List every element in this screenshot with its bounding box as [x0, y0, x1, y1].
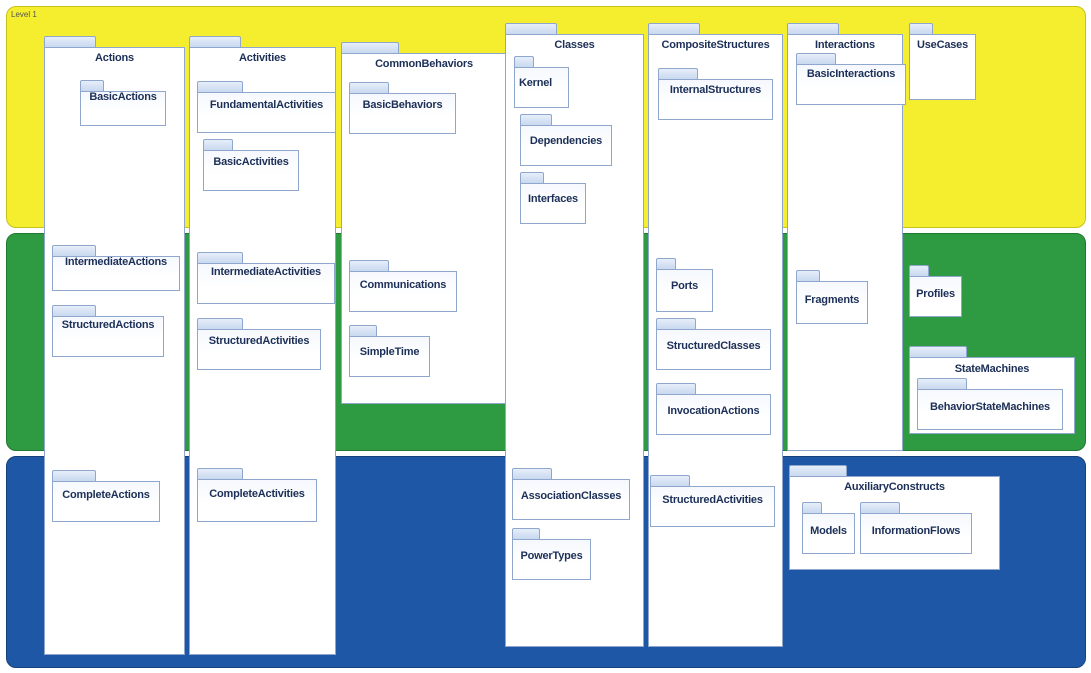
package-title: StructuredActions	[61, 319, 155, 331]
package-basic-activities[interactable]: BasicActivities	[203, 139, 299, 191]
package-title: Dependencies	[529, 135, 603, 147]
package-fragments[interactable]: Fragments	[796, 270, 868, 324]
package-dependencies[interactable]: Dependencies	[520, 114, 612, 166]
package-title: InformationFlows	[871, 525, 961, 537]
package-title: BasicBehaviors	[362, 99, 443, 111]
package-title: Communications	[359, 279, 447, 291]
package-title: Kernel	[519, 77, 553, 89]
package-title: BasicActivities	[213, 156, 289, 168]
package-title: CompositeStructures	[661, 39, 770, 51]
package-title: Fragments	[804, 294, 860, 306]
package-title: Classes	[554, 39, 595, 51]
package-complete-activities[interactable]: CompleteActivities	[197, 468, 317, 522]
level-label: Level 1	[11, 10, 37, 19]
package-title: StructuredActivities	[208, 335, 310, 347]
package-association-classes[interactable]: AssociationClasses	[512, 468, 630, 520]
package-internal-structures[interactable]: InternalStructures	[658, 68, 773, 120]
package-interfaces[interactable]: Interfaces	[520, 172, 586, 224]
package-title: BasicInteractions	[806, 68, 896, 80]
package-title: UseCases	[917, 39, 968, 51]
package-title: BehaviorStateMachines	[930, 401, 1050, 413]
package-title: CommonBehaviors	[375, 58, 473, 70]
package-basic-actions[interactable]: BasicActions	[80, 80, 166, 126]
package-power-types[interactable]: PowerTypes	[512, 528, 591, 580]
package-title: Activities	[239, 52, 286, 64]
package-basic-behaviors[interactable]: BasicBehaviors	[349, 82, 456, 134]
package-title: InvocationActions	[667, 405, 760, 417]
package-structured-activities[interactable]: StructuredActivities	[197, 318, 321, 370]
package-title: Profiles	[916, 288, 955, 300]
package-title: BasicActions	[89, 91, 157, 103]
package-title: CompleteActivities	[209, 488, 305, 500]
package-title: InternalStructures	[669, 84, 762, 96]
package-title: IntermediateActions	[65, 256, 167, 268]
package-cs-structured-activities[interactable]: StructuredActivities	[650, 475, 775, 527]
package-usecases[interactable]: UseCases	[909, 23, 976, 100]
package-title: PowerTypes	[520, 550, 583, 562]
package-title: StructuredClasses	[666, 340, 761, 352]
package-simple-time[interactable]: SimpleTime	[349, 325, 430, 377]
package-structured-actions[interactable]: StructuredActions	[52, 305, 164, 357]
package-structured-classes[interactable]: StructuredClasses	[656, 318, 771, 370]
package-title: Models	[810, 525, 847, 537]
package-title: Actions	[95, 52, 134, 64]
package-title: AuxiliaryConstructs	[844, 481, 945, 493]
package-fundamental-activities[interactable]: FundamentalActivities	[197, 81, 336, 133]
package-title: Interactions	[815, 39, 875, 51]
package-title: IntermediateActivities	[211, 266, 321, 278]
package-title: CompleteActions	[62, 489, 150, 501]
package-kernel[interactable]: Kernel	[514, 56, 569, 108]
package-models[interactable]: Models	[802, 502, 855, 554]
package-basic-interactions[interactable]: BasicInteractions	[796, 53, 906, 105]
package-title: StructuredActivities	[662, 494, 763, 506]
package-intermediate-activities[interactable]: IntermediateActivities	[197, 252, 335, 304]
package-profiles[interactable]: Profiles	[909, 265, 962, 317]
package-title: StateMachines	[954, 363, 1030, 375]
package-information-flows[interactable]: InformationFlows	[860, 502, 972, 554]
package-intermediate-actions[interactable]: IntermediateActions	[52, 245, 180, 291]
package-title: Ports	[670, 280, 699, 292]
package-behavior-state-machines[interactable]: BehaviorStateMachines	[917, 378, 1063, 430]
package-ports[interactable]: Ports	[656, 258, 713, 312]
package-title: FundamentalActivities	[209, 99, 324, 111]
package-communications[interactable]: Communications	[349, 260, 457, 312]
package-complete-actions[interactable]: CompleteActions	[52, 470, 160, 522]
package-title: SimpleTime	[359, 346, 420, 358]
package-title: AssociationClasses	[520, 490, 622, 502]
package-invocation-actions[interactable]: InvocationActions	[656, 383, 771, 435]
package-title: Interfaces	[528, 193, 578, 205]
